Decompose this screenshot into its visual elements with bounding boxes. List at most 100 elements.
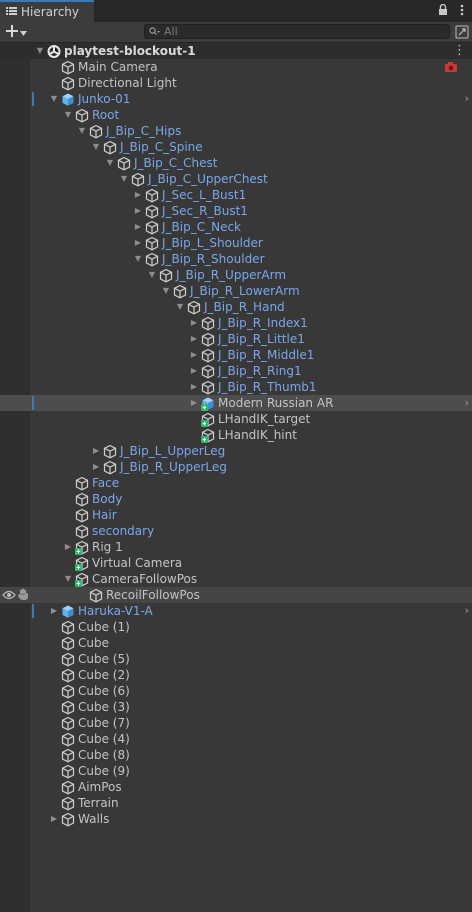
foldout-collapsed-icon[interactable]: ▶ xyxy=(188,347,200,363)
hierarchy-row[interactable]: Cube (7) xyxy=(0,715,472,731)
hierarchy-row[interactable]: Directional Light xyxy=(0,75,472,91)
search-input[interactable] xyxy=(164,25,424,38)
hierarchy-row[interactable]: Cube (1) xyxy=(0,619,472,635)
hierarchy-row[interactable]: ▼ J_Bip_C_UpperChest xyxy=(0,171,472,187)
hierarchy-row[interactable]: ▼ J_Bip_C_Spine xyxy=(0,139,472,155)
gameobject-icon xyxy=(103,443,117,459)
hierarchy-row[interactable]: ▼ J_Bip_C_Chest xyxy=(0,155,472,171)
foldout-collapsed-icon[interactable]: ▶ xyxy=(188,363,200,379)
hierarchy-row[interactable]: ▶ J_Bip_L_Shoulder xyxy=(0,235,472,251)
hierarchy-row[interactable]: ▼ Junko-01 › xyxy=(0,91,472,107)
foldout-collapsed-icon[interactable]: ▶ xyxy=(90,443,102,459)
row-label: Cube (4) xyxy=(78,732,130,746)
hierarchy-row[interactable]: Body xyxy=(0,491,472,507)
hierarchy-row[interactable]: ▼ Root xyxy=(0,107,472,123)
scene-row[interactable]: ▼ playtest-blockout-1 ⋮ xyxy=(0,43,472,59)
foldout-expanded-icon[interactable]: ▼ xyxy=(160,283,172,299)
hierarchy-row[interactable]: Cube (6) xyxy=(0,683,472,699)
foldout-expanded-icon[interactable]: ▼ xyxy=(34,43,46,59)
hierarchy-row[interactable]: Terrain xyxy=(0,795,472,811)
visibility-eye-icon[interactable] xyxy=(2,589,16,601)
foldout-collapsed-icon[interactable]: ▶ xyxy=(132,187,144,203)
hierarchy-row[interactable]: Cube (9) xyxy=(0,763,472,779)
hierarchy-row[interactable]: ▶ J_Bip_R_UpperLeg xyxy=(0,459,472,475)
hierarchy-row[interactable]: ▶ J_Bip_R_Ring1 xyxy=(0,363,472,379)
prefab-override-marker xyxy=(32,604,34,618)
hierarchy-row[interactable]: ▶ J_Bip_L_UpperLeg xyxy=(0,443,472,459)
gameobject-icon xyxy=(145,203,159,219)
row-label: Cube (1) xyxy=(78,620,130,634)
hierarchy-row[interactable]: ▼ J_Bip_R_Hand xyxy=(0,299,472,315)
hierarchy-row[interactable]: Virtual Camera xyxy=(0,555,472,571)
lock-icon[interactable] xyxy=(438,3,448,19)
foldout-collapsed-icon[interactable]: ▶ xyxy=(48,603,60,619)
hierarchy-row[interactable]: ▼ J_Bip_R_LowerArm xyxy=(0,283,472,299)
open-prefab-chevron-icon[interactable]: › xyxy=(465,603,469,619)
hierarchy-row[interactable]: ▶ J_Bip_C_Neck xyxy=(0,219,472,235)
hierarchy-row[interactable]: Hair xyxy=(0,507,472,523)
hierarchy-row[interactable]: Cube (4) xyxy=(0,731,472,747)
foldout-expanded-icon[interactable]: ▼ xyxy=(118,171,130,187)
script-gameobject-icon xyxy=(75,539,89,555)
foldout-expanded-icon[interactable]: ▼ xyxy=(104,155,116,171)
hierarchy-row[interactable]: secondary xyxy=(0,523,472,539)
hierarchy-row[interactable]: ▼ J_Bip_R_UpperArm xyxy=(0,267,472,283)
window-tab-bar: Hierarchy xyxy=(0,0,472,23)
hierarchy-row[interactable]: ▶ J_Bip_R_Little1 xyxy=(0,331,472,347)
hierarchy-row[interactable]: ▶ Modern Russian AR › xyxy=(0,395,472,411)
hierarchy-row[interactable]: LHandIK_hint xyxy=(0,427,472,443)
row-label: J_Bip_C_Chest xyxy=(134,156,218,170)
foldout-expanded-icon[interactable]: ▼ xyxy=(76,123,88,139)
hierarchy-row[interactable]: ▼ J_Bip_R_Shoulder xyxy=(0,251,472,267)
hierarchy-row[interactable]: RecoilFollowPos xyxy=(0,587,472,603)
foldout-expanded-icon[interactable]: ▼ xyxy=(90,139,102,155)
hierarchy-row[interactable]: LHandIK_target xyxy=(0,411,472,427)
hierarchy-row[interactable]: Face xyxy=(0,475,472,491)
hierarchy-row[interactable]: ▶ J_Bip_R_Thumb1 xyxy=(0,379,472,395)
create-dropdown-button[interactable] xyxy=(6,23,32,41)
pickability-hand-icon[interactable] xyxy=(17,588,29,601)
foldout-collapsed-icon[interactable]: ▶ xyxy=(132,219,144,235)
hierarchy-row[interactable]: ▶ Rig 1 xyxy=(0,539,472,555)
hierarchy-row[interactable]: ▶ Haruka-V1-A › xyxy=(0,603,472,619)
scene-menu-icon[interactable]: ⋮ xyxy=(453,43,466,59)
foldout-collapsed-icon[interactable]: ▶ xyxy=(188,331,200,347)
foldout-collapsed-icon[interactable]: ▶ xyxy=(90,459,102,475)
hierarchy-row[interactable]: ▶ J_Bip_R_Middle1 xyxy=(0,347,472,363)
hierarchy-row[interactable]: Cube (3) xyxy=(0,699,472,715)
foldout-collapsed-icon[interactable]: ▶ xyxy=(62,539,74,555)
foldout-collapsed-icon[interactable]: ▶ xyxy=(132,235,144,251)
hierarchy-row[interactable]: ▶ J_Sec_R_Bust1 xyxy=(0,203,472,219)
hierarchy-row[interactable]: Main Camera xyxy=(0,59,472,75)
foldout-expanded-icon[interactable]: ▼ xyxy=(132,251,144,267)
foldout-collapsed-icon[interactable]: ▶ xyxy=(188,315,200,331)
hierarchy-row[interactable]: ▶ Walls xyxy=(0,811,472,827)
foldout-collapsed-icon[interactable]: ▶ xyxy=(188,395,200,411)
hierarchy-row[interactable]: Cube xyxy=(0,635,472,651)
hierarchy-row[interactable]: ▶ J_Sec_L_Bust1 xyxy=(0,187,472,203)
gameobject-icon xyxy=(61,731,75,747)
foldout-collapsed-icon[interactable]: ▶ xyxy=(132,203,144,219)
hierarchy-row[interactable]: Cube (5) xyxy=(0,651,472,667)
foldout-expanded-icon[interactable]: ▼ xyxy=(62,571,74,587)
foldout-expanded-icon[interactable]: ▼ xyxy=(48,91,60,107)
foldout-collapsed-icon[interactable]: ▶ xyxy=(48,811,60,827)
hierarchy-tab[interactable]: Hierarchy xyxy=(0,0,94,22)
foldout-expanded-icon[interactable]: ▼ xyxy=(146,267,158,283)
hierarchy-row[interactable]: ▼ CameraFollowPos xyxy=(0,571,472,587)
more-options-icon[interactable] xyxy=(460,4,464,19)
hierarchy-row[interactable]: Cube (2) xyxy=(0,667,472,683)
gameobject-icon xyxy=(75,523,89,539)
open-prefab-chevron-icon[interactable]: › xyxy=(465,395,469,411)
hierarchy-row[interactable]: ▼ J_Bip_C_Hips xyxy=(0,123,472,139)
open-prefab-chevron-icon[interactable]: › xyxy=(465,91,469,107)
search-field[interactable] xyxy=(144,24,450,39)
hierarchy-row[interactable]: Cube (8) xyxy=(0,747,472,763)
scene-visibility-filter-icon[interactable] xyxy=(455,25,469,39)
foldout-expanded-icon[interactable]: ▼ xyxy=(174,299,186,315)
foldout-expanded-icon[interactable]: ▼ xyxy=(62,107,74,123)
hierarchy-row[interactable]: AimPos xyxy=(0,779,472,795)
foldout-collapsed-icon[interactable]: ▶ xyxy=(188,379,200,395)
gameobject-icon xyxy=(61,75,75,91)
hierarchy-row[interactable]: ▶ J_Bip_R_Index1 xyxy=(0,315,472,331)
